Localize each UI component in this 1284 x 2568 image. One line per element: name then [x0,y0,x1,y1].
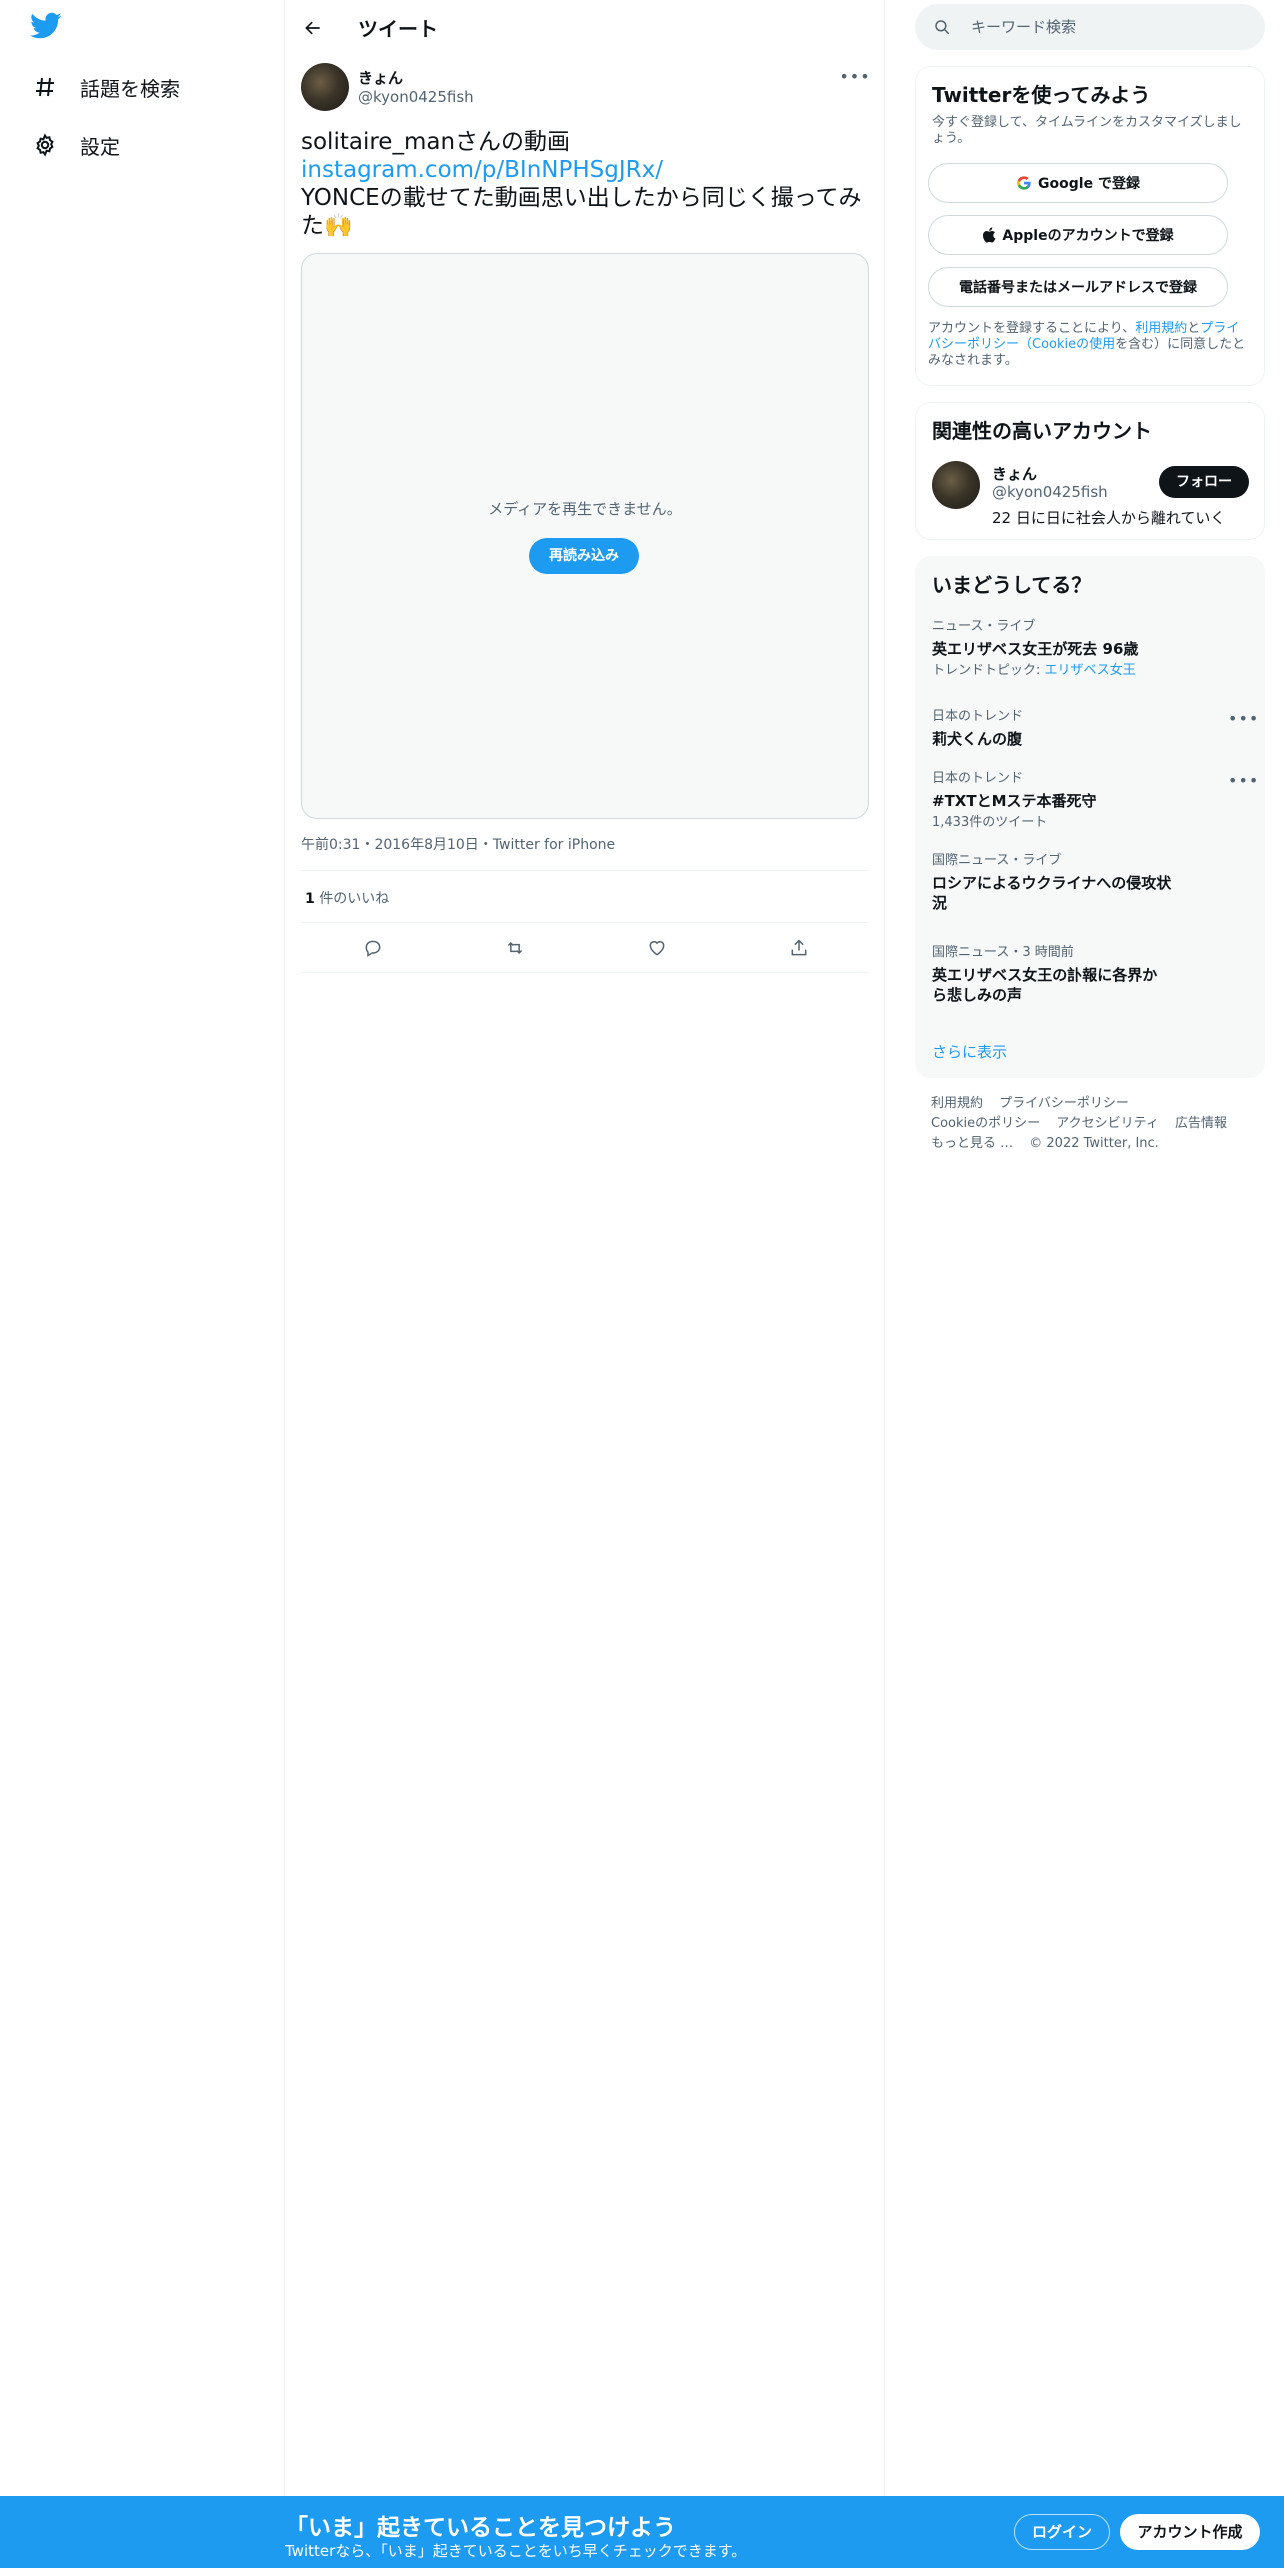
avatar[interactable] [301,63,349,111]
terms-link[interactable]: 利用規約 [1135,321,1187,336]
footer-link-accessibility[interactable]: アクセシビリティ [1056,1116,1159,1131]
apple-icon [982,227,996,243]
more-options-icon[interactable]: ••• [839,64,869,88]
trends-card: いまどうしてる？ ニュース・ライブ 英エリザベス女王が死去 96歳 トレンドトピ… [915,556,1265,1078]
trend-topic-link[interactable]: エリザベス女王 [1045,663,1136,678]
retweet-icon[interactable] [497,930,533,966]
trend-sub-prefix: トレンドトピック: [932,663,1045,678]
signup-card: Twitterを使ってみよう 今すぐ登録して、タイムラインをカスタマイズしましょ… [915,66,1265,386]
page-title: ツイート [358,17,438,41]
media-player: メディアを再生できません。 再読み込み [301,253,869,819]
back-button[interactable] [295,10,331,46]
tweet-link[interactable]: instagram.com/p/BInNPHSgJRx/ [301,156,869,184]
related-accounts-card: 関連性の高いアカウント きょん @kyon0425fish 22 日に日に社会人… [915,402,1265,540]
trend-meta: ニュース・ライブ [932,619,1036,634]
follow-button[interactable]: フォロー [1159,466,1249,498]
login-button[interactable]: ログイン [1014,2514,1110,2550]
trend-title: 莉犬くんの腹 [932,730,1023,748]
left-nav: 話題を検索 設定 [0,0,285,2568]
signup-subtitle: 今すぐ登録して、タイムラインをカスタマイズしましょう。 [932,115,1242,146]
nav-label-explore: 話題を検索 [80,76,180,101]
phone-email-signup-button[interactable]: 電話番号またはメールアドレスで登録 [928,267,1228,307]
main-column: ツイート きょん @kyon0425fish ••• solitaire_man… [285,0,885,2568]
trend-title: ロシアによるウクライナへの侵攻状況 [932,874,1172,912]
footer-link-privacy[interactable]: プライバシーポリシー [999,1096,1129,1111]
apple-signup-button[interactable]: Appleのアカウントで登録 [928,215,1228,255]
signup-terms: アカウントを登録することにより、利用規約とプライバシーポリシー（Cookieの使… [928,321,1248,369]
trend-sub: トレンドトピック: エリザベス女王 [932,663,1252,679]
terms-mid: と [1187,321,1201,336]
trend-title: #TXTとMステ本番死守 [932,792,1097,810]
copyright: © 2022 Twitter, Inc. [1029,1136,1159,1151]
likes-label: 件のいいね [314,891,390,907]
tweet-actions [301,930,869,966]
footer-link-cookies[interactable]: Cookieのポリシー [931,1116,1040,1131]
trend-meta: 日本のトレンド [932,771,1024,786]
search-icon [935,20,950,35]
reply-icon[interactable] [355,930,391,966]
footer-link-terms[interactable]: 利用規約 [931,1096,983,1111]
tweet-text: solitaire_manさんの動画 instagram.com/p/BInNP… [301,128,869,240]
search-bar [915,4,1265,50]
signup-title: Twitterを使ってみよう [932,83,1151,107]
nav-label-settings: 設定 [80,134,120,159]
nav-item-explore[interactable]: 話題を検索 [30,62,180,112]
footer-link-ads[interactable]: 広告情報 [1175,1116,1227,1131]
share-icon[interactable] [781,930,817,966]
trend-meta: 国際ニュース・ライブ [932,853,1062,868]
author-name[interactable]: きょん [358,67,403,88]
google-signup-label: Google で登録 [1038,176,1140,192]
avatar[interactable] [932,461,980,509]
divider [301,870,869,871]
like-icon[interactable] [639,930,675,966]
trend-item[interactable]: ニュース・ライブ 英エリザベス女王が死去 96歳 トレンドトピック: エリザベス… [932,619,1252,679]
more-options-icon[interactable]: ••• [1228,709,1258,729]
bottom-bar-subtitle: Twitterなら、「いま」起きていることをいち早くチェックできます。 [285,2542,747,2560]
google-icon [1016,175,1032,191]
main-header: ツイート [285,0,885,54]
trend-meta: 国際ニュース・3 時間前 [932,945,1074,960]
trend-item[interactable]: 日本のトレンド 莉犬くんの腹 ••• [932,709,1258,749]
bottom-signup-bar: 「いま」起きていることを見つけよう Twitterなら、「いま」起きていることを… [0,2496,1284,2568]
show-more-link[interactable]: さらに表示 [932,1041,1007,1062]
trend-item[interactable]: 日本のトレンド #TXTとMステ本番死守 1,433件のツイート ••• [932,771,1258,831]
divider [301,972,869,973]
tweet-text-line-1: solitaire_manさんの動画 [301,129,571,155]
arrow-left-icon [305,21,320,35]
tweet-text-line-2: YONCEの載せてた動画思い出したから同じく撮ってみた🙌 [301,185,862,239]
google-signup-button[interactable]: Google で登録 [928,163,1228,203]
gear-icon [30,130,60,160]
related-bio: 22 日に日に社会人から離れていく [992,509,1226,527]
trend-tweet-count: 1,433件のツイート [932,815,1048,830]
tweet-timestamp[interactable]: 午前0:31・2016年8月10日・Twitter for iPhone [301,834,615,854]
trend-title: 英エリザベス女王の訃報に各界から悲しみの声 [932,966,1158,1004]
reload-button[interactable]: 再読み込み [529,538,639,574]
likes-count[interactable]: 1 件のいいね [305,888,389,908]
search-input[interactable] [971,4,1251,50]
trend-item[interactable]: 国際ニュース・3 時間前 英エリザベス女王の訃報に各界から悲しみの声 [932,945,1252,1005]
terms-prefix: アカウントを登録することにより、 [928,321,1136,336]
trends-title: いまどうしてる？ [932,573,1092,597]
related-title: 関連性の高いアカウント [932,419,1152,443]
footer-links: 利用規約 プライバシーポリシー Cookieのポリシー アクセシビリティ 広告情… [931,1094,1251,1154]
signup-button[interactable]: アカウント作成 [1120,2514,1260,2550]
related-name[interactable]: きょん [992,463,1037,484]
trend-title: 英エリザベス女王が死去 96歳 [932,640,1139,658]
trend-item[interactable]: 国際ニュース・ライブ ロシアによるウクライナへの侵攻状況 [932,853,1252,913]
divider [301,922,869,923]
bottom-bar-title: 「いま」起きていることを見つけよう [285,2515,676,2541]
media-error-message: メディアを再生できません。 [488,500,682,518]
hashtag-icon [30,72,60,102]
trend-meta: 日本のトレンド [932,709,1024,724]
footer-link-more[interactable]: もっと見る … [931,1136,1013,1151]
tweet-author: きょん @kyon0425fish ••• [301,62,870,114]
author-handle[interactable]: @kyon0425fish [358,88,474,106]
likes-number: 1 [305,891,315,907]
nav-item-settings[interactable]: 設定 [30,120,120,170]
related-handle[interactable]: @kyon0425fish [992,483,1108,501]
twitter-logo-icon[interactable] [30,12,68,44]
apple-signup-label: Appleのアカウントで登録 [1002,228,1174,244]
more-options-icon[interactable]: ••• [1228,771,1258,791]
